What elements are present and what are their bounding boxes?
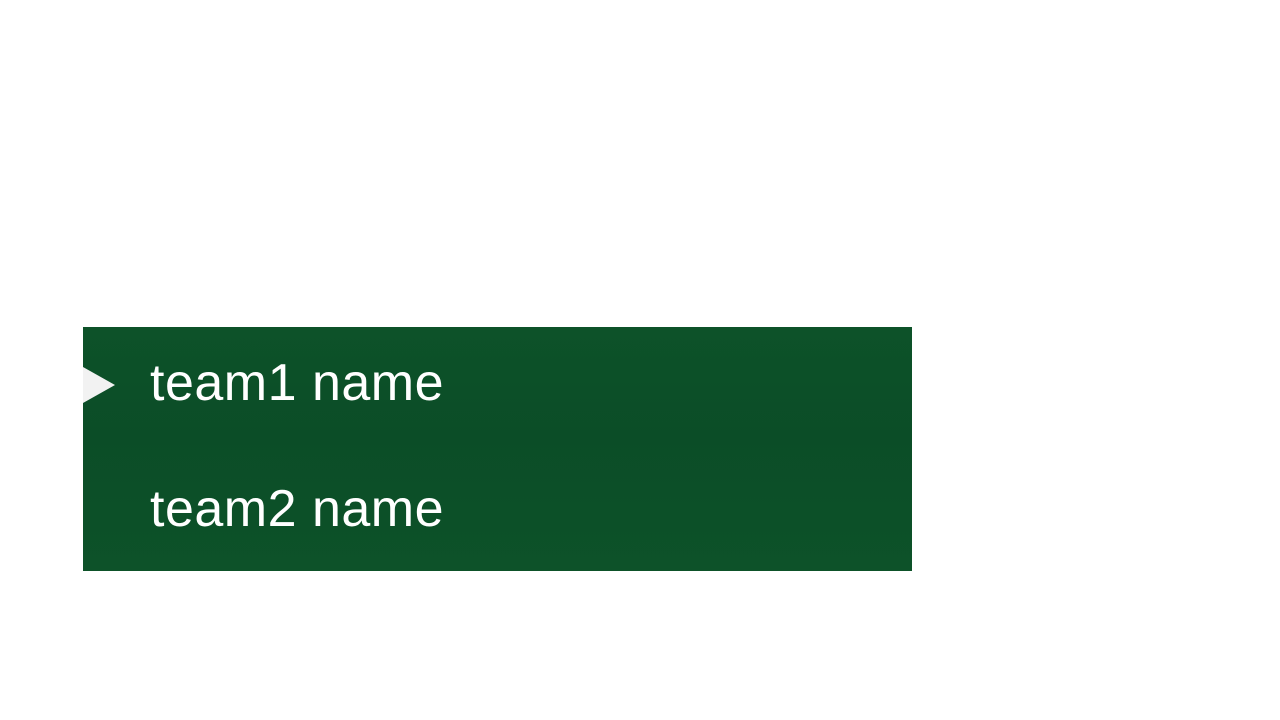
team-row-2[interactable]: team2 name bbox=[83, 449, 912, 571]
team-row-1[interactable]: team1 name bbox=[83, 327, 912, 449]
team-scoreboard: team1 name team2 name bbox=[83, 327, 912, 571]
play-arrow-icon bbox=[83, 367, 115, 403]
stage: team1 name team2 name bbox=[0, 0, 1280, 720]
team-2-name: team2 name bbox=[150, 480, 445, 538]
team-1-name: team1 name bbox=[150, 354, 445, 412]
